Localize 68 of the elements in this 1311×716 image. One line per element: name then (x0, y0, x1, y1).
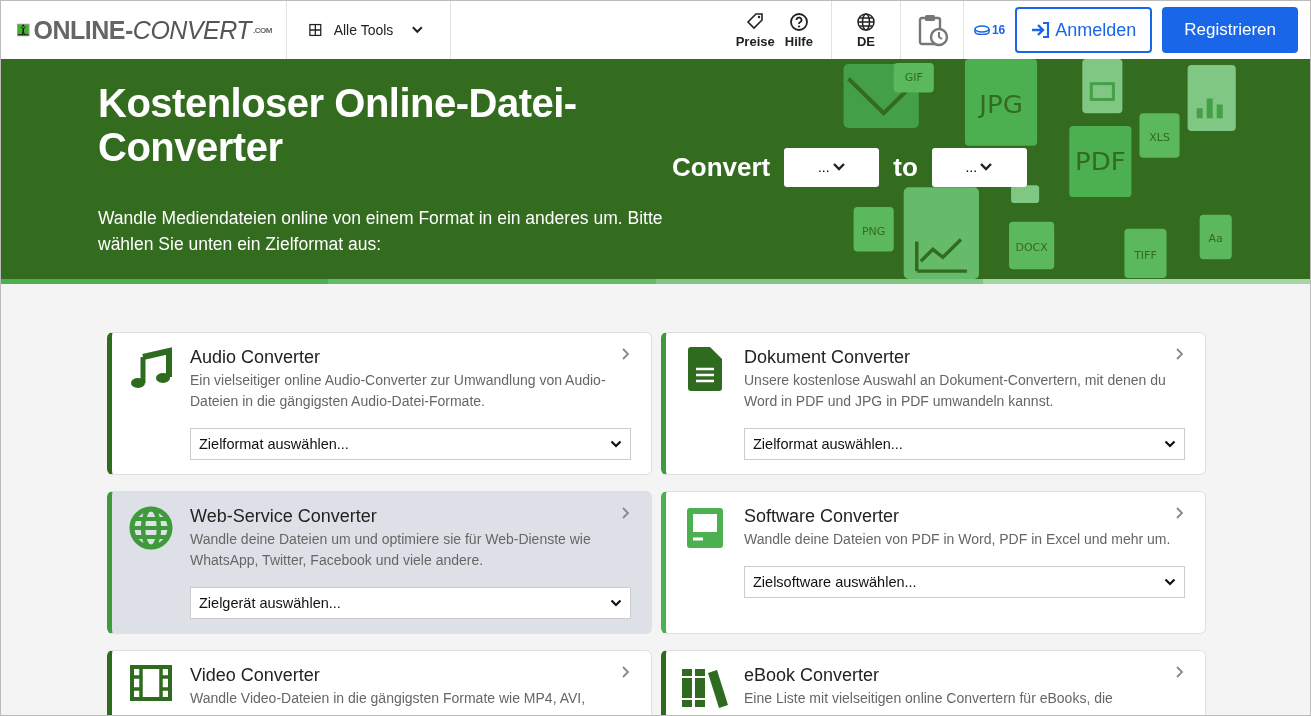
help-icon (788, 11, 809, 32)
file-format-icon: GIF (893, 62, 934, 93)
convert-label: Convert (672, 151, 771, 183)
computer-icon (685, 506, 725, 550)
chevron-down-icon (610, 599, 622, 607)
card-description: Eine Liste mit vielseitigen online Convertern für eBooks, die (744, 689, 1114, 708)
chart-file-icon (1187, 64, 1236, 131)
chevron-down-icon (411, 25, 424, 35)
clipboard-clock-icon[interactable] (916, 13, 949, 47)
register-button[interactable]: Registrieren (1162, 7, 1298, 53)
converter-card[interactable]: eBook Converter Eine Liste mit vielseitigen online Convertern für eBooks, die (661, 650, 1206, 715)
chevron-down-icon (831, 162, 846, 172)
target-format-dropdown[interactable]: ... (931, 147, 1027, 187)
file-format-icon: TIFF (1124, 228, 1167, 278)
card-title: Software Converter (744, 506, 900, 527)
chevron-right-icon (1175, 347, 1185, 361)
converter-card[interactable]: Software Converter Wandle deine Dateien von PDF in Word, PDF in Excel und mehr um. Zielsoftware auswählen... (661, 491, 1206, 634)
card-description: Wandle Video-Dateien in die gängigsten Formate wie MP4, AVI, (190, 689, 587, 708)
tag-icon (745, 11, 766, 32)
file-format-icon: XLS (1139, 113, 1180, 158)
card-description: Ein vielseitiger online Audio-Converter zur Umwandlung von Audio-Dateien in die gängigsten Audio-Datei-Formate. (190, 371, 607, 411)
sign-in-icon (1031, 21, 1052, 39)
card-title: Video Converter (190, 665, 320, 686)
film-icon (130, 665, 172, 701)
file-format-icon: Aa (1199, 214, 1232, 260)
document-icon (688, 347, 722, 391)
music-note-icon (129, 347, 173, 391)
hero-title: Kostenloser Online-Datei-Converter (98, 81, 578, 169)
hero-subtitle: Wandle Mediendateien online von einem Format in ein anderes um. Bitte wählen Sie unten ein Zielformat aus: (98, 207, 664, 257)
card-title: Web-Service Converter (190, 506, 377, 527)
converter-card[interactable]: Audio Converter Ein vielseitiger online Audio-Converter zur Umwandlung von Audio-Dateien in die gängigsten Audio-Datei-Formate. Zielformat auswählen... (107, 332, 652, 475)
chevron-right-icon (621, 665, 631, 679)
file-format-icon: PDF (1069, 126, 1132, 198)
card-description: Wandle deine Dateien von PDF in Word, PDF in Excel und mehr um. (744, 530, 1172, 549)
card-title: eBook Converter (744, 665, 880, 686)
coin-icon (973, 25, 990, 35)
format-select[interactable]: Zielsoftware auswählen... (744, 566, 1185, 598)
chevron-right-icon (1175, 506, 1185, 520)
chevron-right-icon (621, 347, 631, 361)
image-file-icon (1082, 59, 1123, 114)
format-select[interactable]: Zielformat auswählen... (744, 428, 1185, 460)
chevron-down-icon (1164, 440, 1176, 448)
card-title: Audio Converter (190, 347, 321, 368)
converter-card[interactable]: Dokument Converter Unsere kostenlose Auswahl an Dokument-Convertern, mit denen du Word in PDF und JPG in PDF umwandeln kannst. Zielformat auswählen... (661, 332, 1206, 475)
format-select[interactable]: Zielformat auswählen... (190, 428, 631, 460)
card-description: Wandle deine Dateien um und optimiere sie für Web-Dienste wie WhatsApp, Twitter, Facebook und viele andere. (190, 530, 592, 570)
chevron-down-icon (610, 440, 622, 448)
chevron-down-icon (1164, 578, 1176, 586)
converter-card[interactable]: Web-Service Converter Wandle deine Dateien um und optimiere sie für Web-Dienste wie WhatsApp, Twitter, Facebook und viele andere. Zielgerät auswählen... (107, 491, 652, 634)
chevron-right-icon (621, 506, 631, 520)
nav-link[interactable]: Preise (735, 1, 775, 59)
chevron-down-icon (979, 162, 994, 172)
login-button[interactable]: Anmelden (1015, 7, 1153, 53)
to-label: to (893, 151, 918, 183)
file-format-icon: JPG (964, 59, 1038, 146)
grid-icon (309, 23, 322, 37)
file-format-icon: PNG (853, 207, 894, 252)
globe-icon (129, 506, 173, 550)
chevron-right-icon (1175, 665, 1185, 679)
nav-link[interactable]: Hilfe (784, 1, 813, 59)
card-title: Dokument Converter (744, 347, 911, 368)
converter-card[interactable]: Video Converter Wandle Video-Dateien in die gängigsten Formate wie MP4, AVI, (107, 650, 652, 715)
credits-counter: 16 (963, 23, 1016, 37)
source-format-dropdown[interactable]: ... (784, 147, 880, 187)
globe-icon (855, 11, 876, 32)
format-select[interactable]: Zielgerät auswählen... (190, 587, 631, 619)
card-description: Unsere kostenlose Auswahl an Dokument-Convertern, mit denen du Word in PDF und JPG in PDF umwandeln kannst. (744, 371, 1167, 411)
file-format-icon: DOCX (1009, 221, 1055, 270)
